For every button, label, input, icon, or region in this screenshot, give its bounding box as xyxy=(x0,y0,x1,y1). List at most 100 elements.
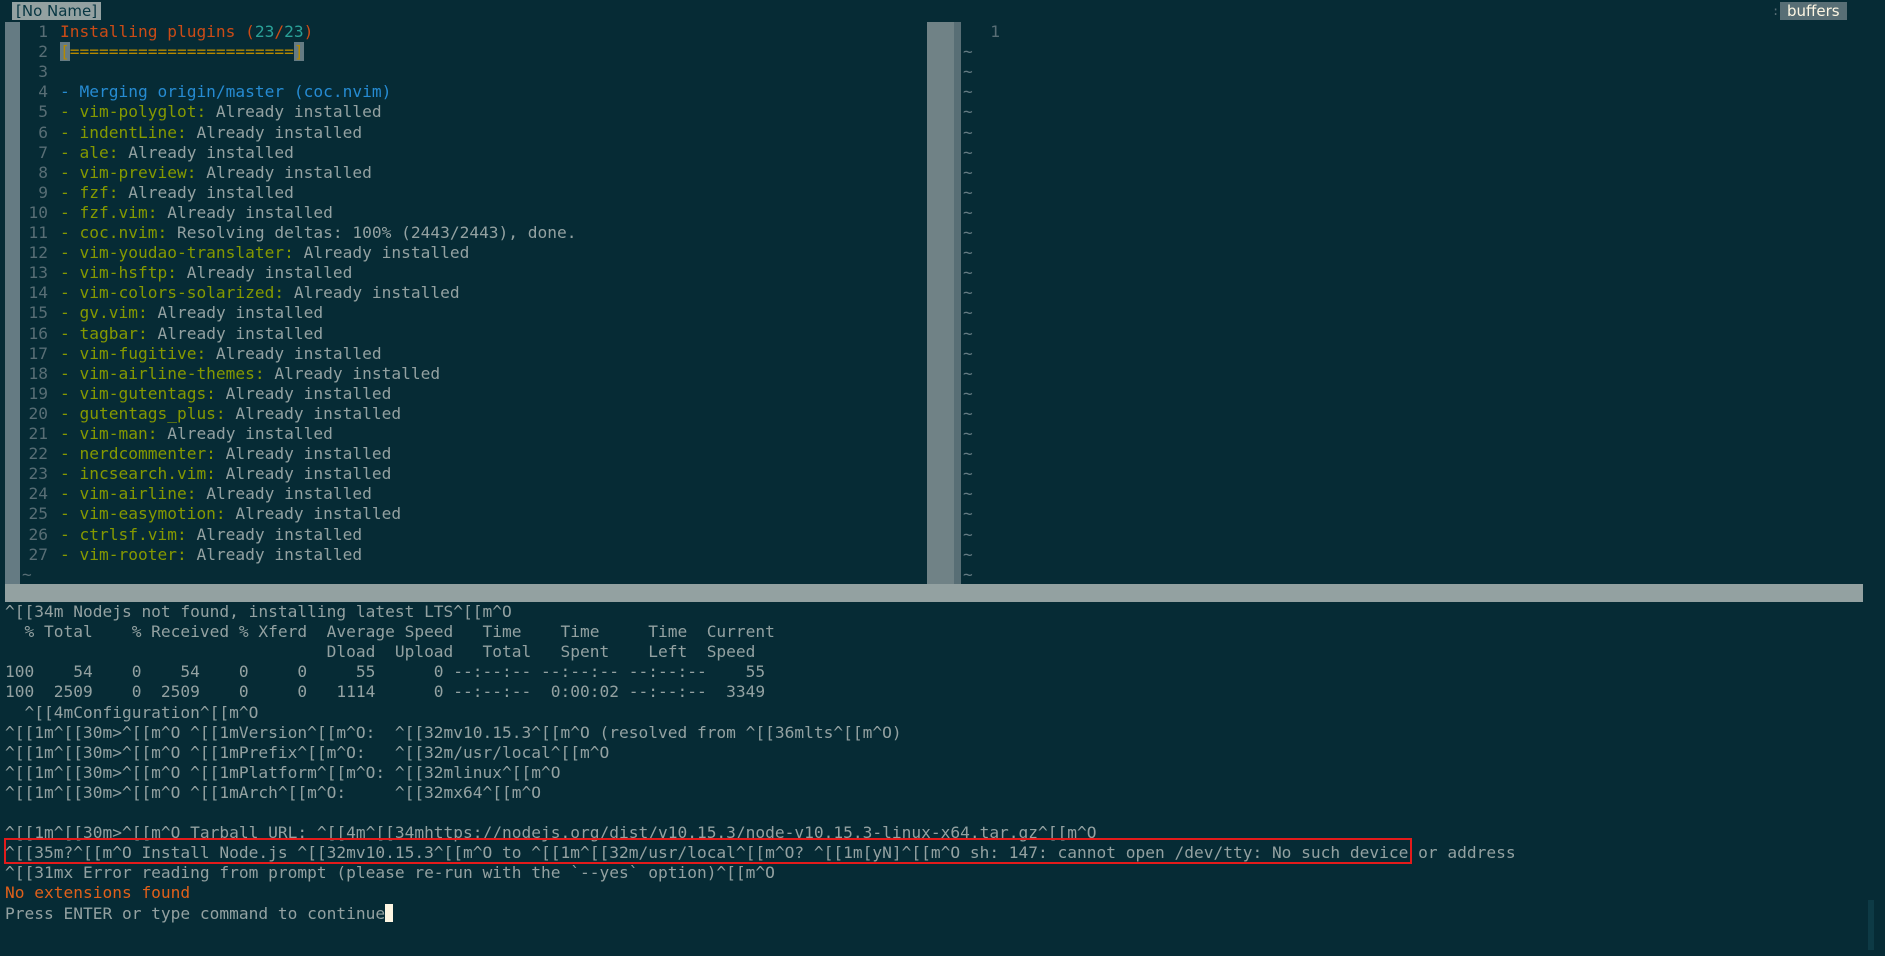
filler-tilde: ~ xyxy=(963,202,973,222)
plugin-status-line: - vim-easymotion: Already installed xyxy=(60,504,401,524)
message-line: No extensions found xyxy=(5,883,191,903)
message-line: ^[[1m^[[30m>^[[m^O ^[[1mPrefix^[[m^O: ^[… xyxy=(5,742,610,762)
plugin-status-line: - ctrlsf.vim: Already installed xyxy=(60,525,362,545)
line-number: 14 xyxy=(28,283,49,303)
line-text: Already installed xyxy=(264,363,441,383)
line-number: 26 xyxy=(28,524,49,544)
line-number: 9 xyxy=(38,182,48,202)
line-text: Resolving deltas: 100% (2443/2443), done… xyxy=(167,223,577,242)
buffer-tab[interactable]: [No Name] xyxy=(12,2,102,20)
line-number: 11 xyxy=(28,223,49,242)
message-line: Dload Upload Total Spent Left Speed xyxy=(5,642,756,662)
line-text: - vim-youdao-translater: xyxy=(60,243,294,263)
filler-tilde: ~ xyxy=(963,323,973,343)
line-text: Already installed xyxy=(225,403,402,423)
line-text: - tagbar: xyxy=(60,323,148,343)
plugin-status-line: - vim-colors-solarized: Already installe… xyxy=(60,283,460,303)
plugin-status-line: - indentLine: Already installed xyxy=(60,123,362,143)
line-text: Already installed xyxy=(118,142,294,162)
text-cursor xyxy=(385,903,394,922)
filler-tilde: ~ xyxy=(963,82,973,102)
line-number: 6 xyxy=(38,122,48,142)
line-text: - fzf: xyxy=(60,182,119,202)
line-text: - vim-preview: xyxy=(60,162,197,182)
filler-tilde: ~ xyxy=(963,524,973,544)
line-text: Already installed xyxy=(225,504,402,524)
filler-tilde: ~ xyxy=(963,383,973,403)
filler-tilde: ~ xyxy=(963,102,973,122)
buffers-label[interactable]: buffers xyxy=(1780,2,1847,20)
line-number: 19 xyxy=(28,383,49,403)
line-text: Already installed xyxy=(206,343,382,363)
line-text: - vim-easymotion: xyxy=(60,504,226,524)
line-text: Already installed xyxy=(196,162,372,182)
line-text: - vim-fugitive: xyxy=(60,343,207,363)
line-number: 21 xyxy=(28,424,49,443)
end-of-buffer-marker: ~ xyxy=(22,564,32,584)
plugin-status-line: - incsearch.vim: Already installed xyxy=(60,464,391,484)
line-text: / xyxy=(274,22,285,41)
plugin-status-line: - fzf.vim: Already installed xyxy=(60,203,333,223)
filler-tilde: ~ xyxy=(963,444,973,464)
plugin-status-line: - coc.nvim: Resolving deltas: 100% (2443… xyxy=(60,223,577,243)
line-number: 22 xyxy=(28,444,49,464)
plugin-status-line: - vim-airline: Already installed xyxy=(60,484,372,504)
filler-tilde: ~ xyxy=(963,223,973,242)
line-text: Already installed xyxy=(147,323,324,343)
line-text: Already installed xyxy=(293,243,470,263)
line-number: 13 xyxy=(28,263,49,283)
error-highlight-box xyxy=(4,838,1412,864)
scrollbar[interactable] xyxy=(1868,900,1874,950)
line-number: 12 xyxy=(28,243,49,263)
message-line: ^[[1m^[[30m>^[[m^O ^[[1mPlatform^[[m^O: … xyxy=(5,762,561,782)
line-text: Already installed xyxy=(186,122,363,142)
plugin-install-window[interactable]: 1 Installing plugins (23/23) 2 [===========… xyxy=(0,22,934,584)
line-text: Installing plugins ( xyxy=(60,22,255,41)
line-text: - vim-airline-themes: xyxy=(60,363,265,383)
filler-tilde: ~ xyxy=(963,464,973,484)
line-number: 5 xyxy=(38,102,48,122)
line-number: 7 xyxy=(38,142,48,162)
plugin-status-line: - vim-rooter: Already installed xyxy=(60,545,362,565)
plugin-status-line: [=======================] xyxy=(60,42,304,62)
line-text: Already installed xyxy=(206,102,382,122)
filler-tilde: ~ xyxy=(963,363,973,383)
filler-tilde: ~ xyxy=(963,544,973,564)
statusline xyxy=(5,584,1863,602)
line-number: 4 xyxy=(38,82,48,102)
filler-tilde: ~ xyxy=(963,263,973,283)
line-text: - gutentags_plus: xyxy=(60,403,226,423)
right-sign-column xyxy=(934,22,961,584)
vertical-split-separator[interactable] xyxy=(927,22,934,584)
line-number: 10 xyxy=(28,202,49,222)
line-text: 23 xyxy=(254,22,275,41)
line-text: - coc.nvim: xyxy=(60,223,168,242)
plugin-status-line: - nerdcommenter: Already installed xyxy=(60,444,391,464)
filler-tilde: ~ xyxy=(963,62,973,82)
line-number: 16 xyxy=(28,323,49,343)
press-enter-prompt: Press ENTER or type command to continue xyxy=(5,903,394,924)
filler-tilde: ~ xyxy=(963,243,973,263)
line-text: - ctrlsf.vim: xyxy=(60,524,187,544)
message-line: ^[[31mx Error reading from prompt (pleas… xyxy=(5,863,775,883)
line-text: Already installed xyxy=(215,464,392,484)
plugin-status-line: Installing plugins (23/23) xyxy=(60,22,313,42)
line-number: 3 xyxy=(38,62,48,82)
line-number: 18 xyxy=(28,363,49,383)
filler-tilde: ~ xyxy=(963,283,973,303)
line-text: Already installed xyxy=(157,202,333,222)
plugin-status-line: - ale: Already installed xyxy=(60,143,294,163)
line-text: Already installed xyxy=(157,424,333,443)
line-text: Already installed xyxy=(147,303,324,323)
line-text: - vim-gutentags: xyxy=(60,383,216,403)
line-text: Already installed xyxy=(186,524,363,544)
line-number: 24 xyxy=(28,484,49,504)
line-number: 23 xyxy=(28,464,49,484)
filler-tilde: ~ xyxy=(963,142,973,162)
message-line: % Total % Received % Xferd Average Speed… xyxy=(5,622,775,642)
line-text: ) xyxy=(303,22,314,41)
line-text: 23 xyxy=(284,22,304,41)
line-number: 1 xyxy=(38,22,48,41)
filler-tilde: ~ xyxy=(963,403,973,423)
plugin-status-line: - vim-fugitive: Already installed xyxy=(60,344,382,364)
